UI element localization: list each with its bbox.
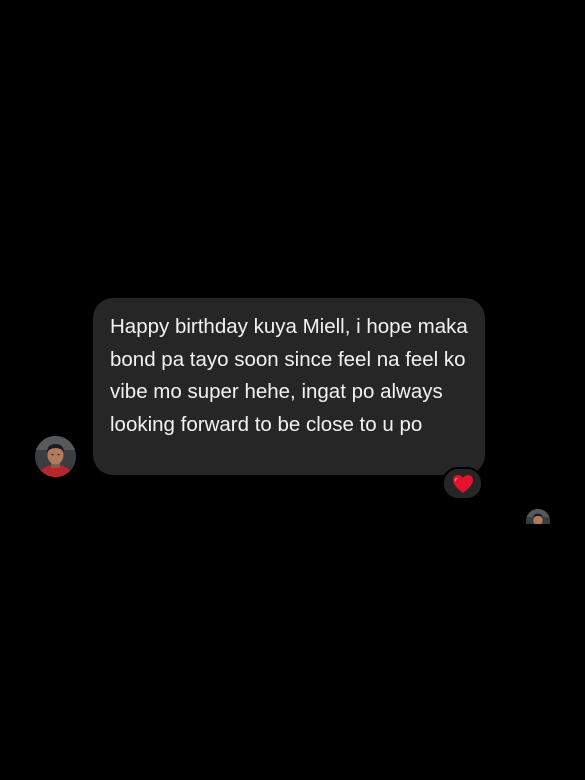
read-receipt-avatar bbox=[526, 509, 550, 524]
message-bubble[interactable]: Happy birthday kuya Miell, i hope maka b… bbox=[93, 298, 485, 475]
read-receipt bbox=[524, 507, 552, 524]
person-avatar-icon bbox=[526, 509, 550, 524]
sender-avatar[interactable] bbox=[35, 436, 76, 477]
message-reaction[interactable] bbox=[442, 467, 483, 500]
chat-thread: Happy birthday kuya Miell, i hope maka b… bbox=[0, 0, 585, 780]
person-avatar-icon bbox=[35, 436, 76, 477]
heart-emoji-icon bbox=[452, 474, 473, 493]
message-text: Happy birthday kuya Miell, i hope maka b… bbox=[110, 315, 468, 436]
